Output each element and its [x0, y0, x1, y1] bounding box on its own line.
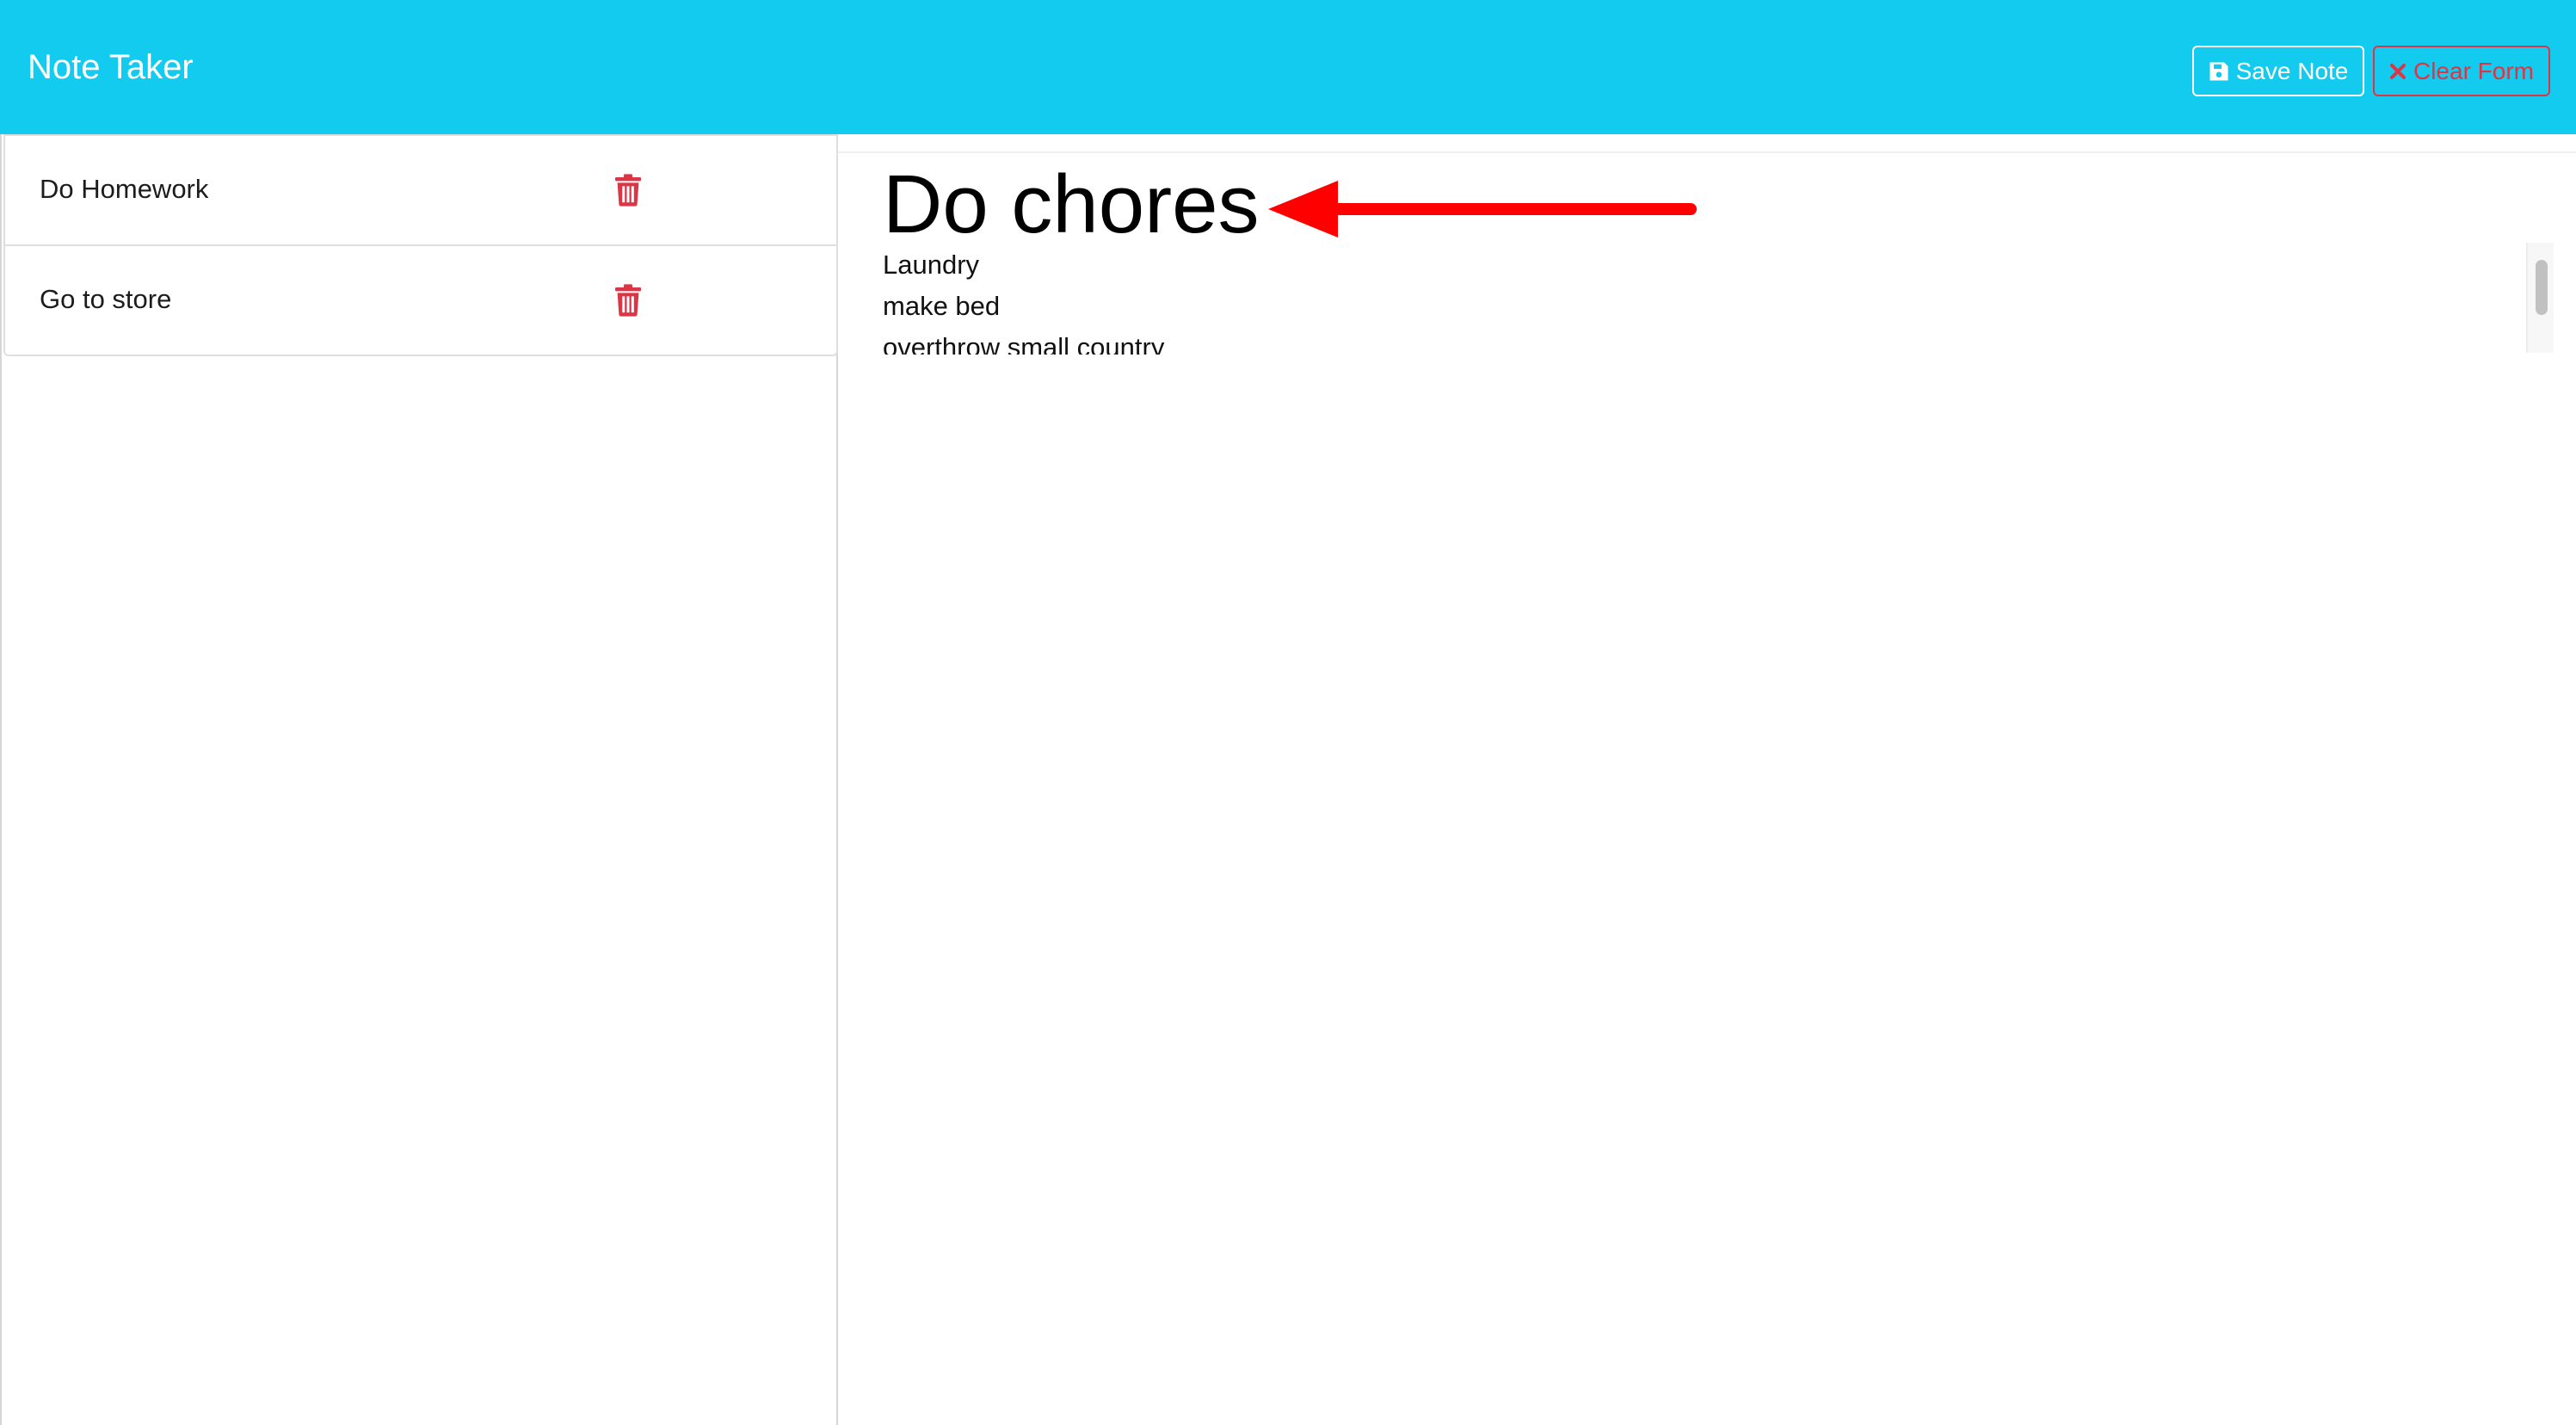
scrollbar-thumb[interactable] — [2536, 260, 2548, 315]
notes-sidebar: Do Homework Go to store — [0, 134, 838, 1425]
annotation-arrow-icon — [1268, 181, 1697, 238]
trash-icon[interactable] — [614, 174, 642, 207]
note-title[interactable]: Go to store — [40, 282, 171, 317]
textarea-scrollbar[interactable] — [2526, 243, 2554, 353]
list-item[interactable]: Do Homework — [3, 134, 838, 246]
save-note-label: Save Note — [2235, 57, 2349, 84]
list-item[interactable]: Go to store — [3, 246, 838, 356]
note-title[interactable]: Do Homework — [40, 172, 208, 207]
navbar: Note Taker Save Note Clear Form — [0, 0, 2576, 134]
note-body-textarea[interactable]: Laundry make bed overthrow small country — [883, 244, 2576, 355]
note-list: Do Homework Go to store — [3, 134, 838, 356]
close-icon — [2389, 63, 2407, 80]
clear-form-button[interactable]: Clear Form — [2373, 46, 2550, 96]
trash-icon[interactable] — [614, 284, 642, 317]
floppy-disk-icon — [2209, 61, 2229, 82]
app-title[interactable]: Note Taker — [28, 41, 194, 93]
save-note-button[interactable]: Save Note — [2192, 46, 2364, 96]
note-editor: Do chores Laundry make bed overthrow sma… — [838, 134, 2576, 1425]
clear-form-label: Clear Form — [2413, 57, 2534, 84]
